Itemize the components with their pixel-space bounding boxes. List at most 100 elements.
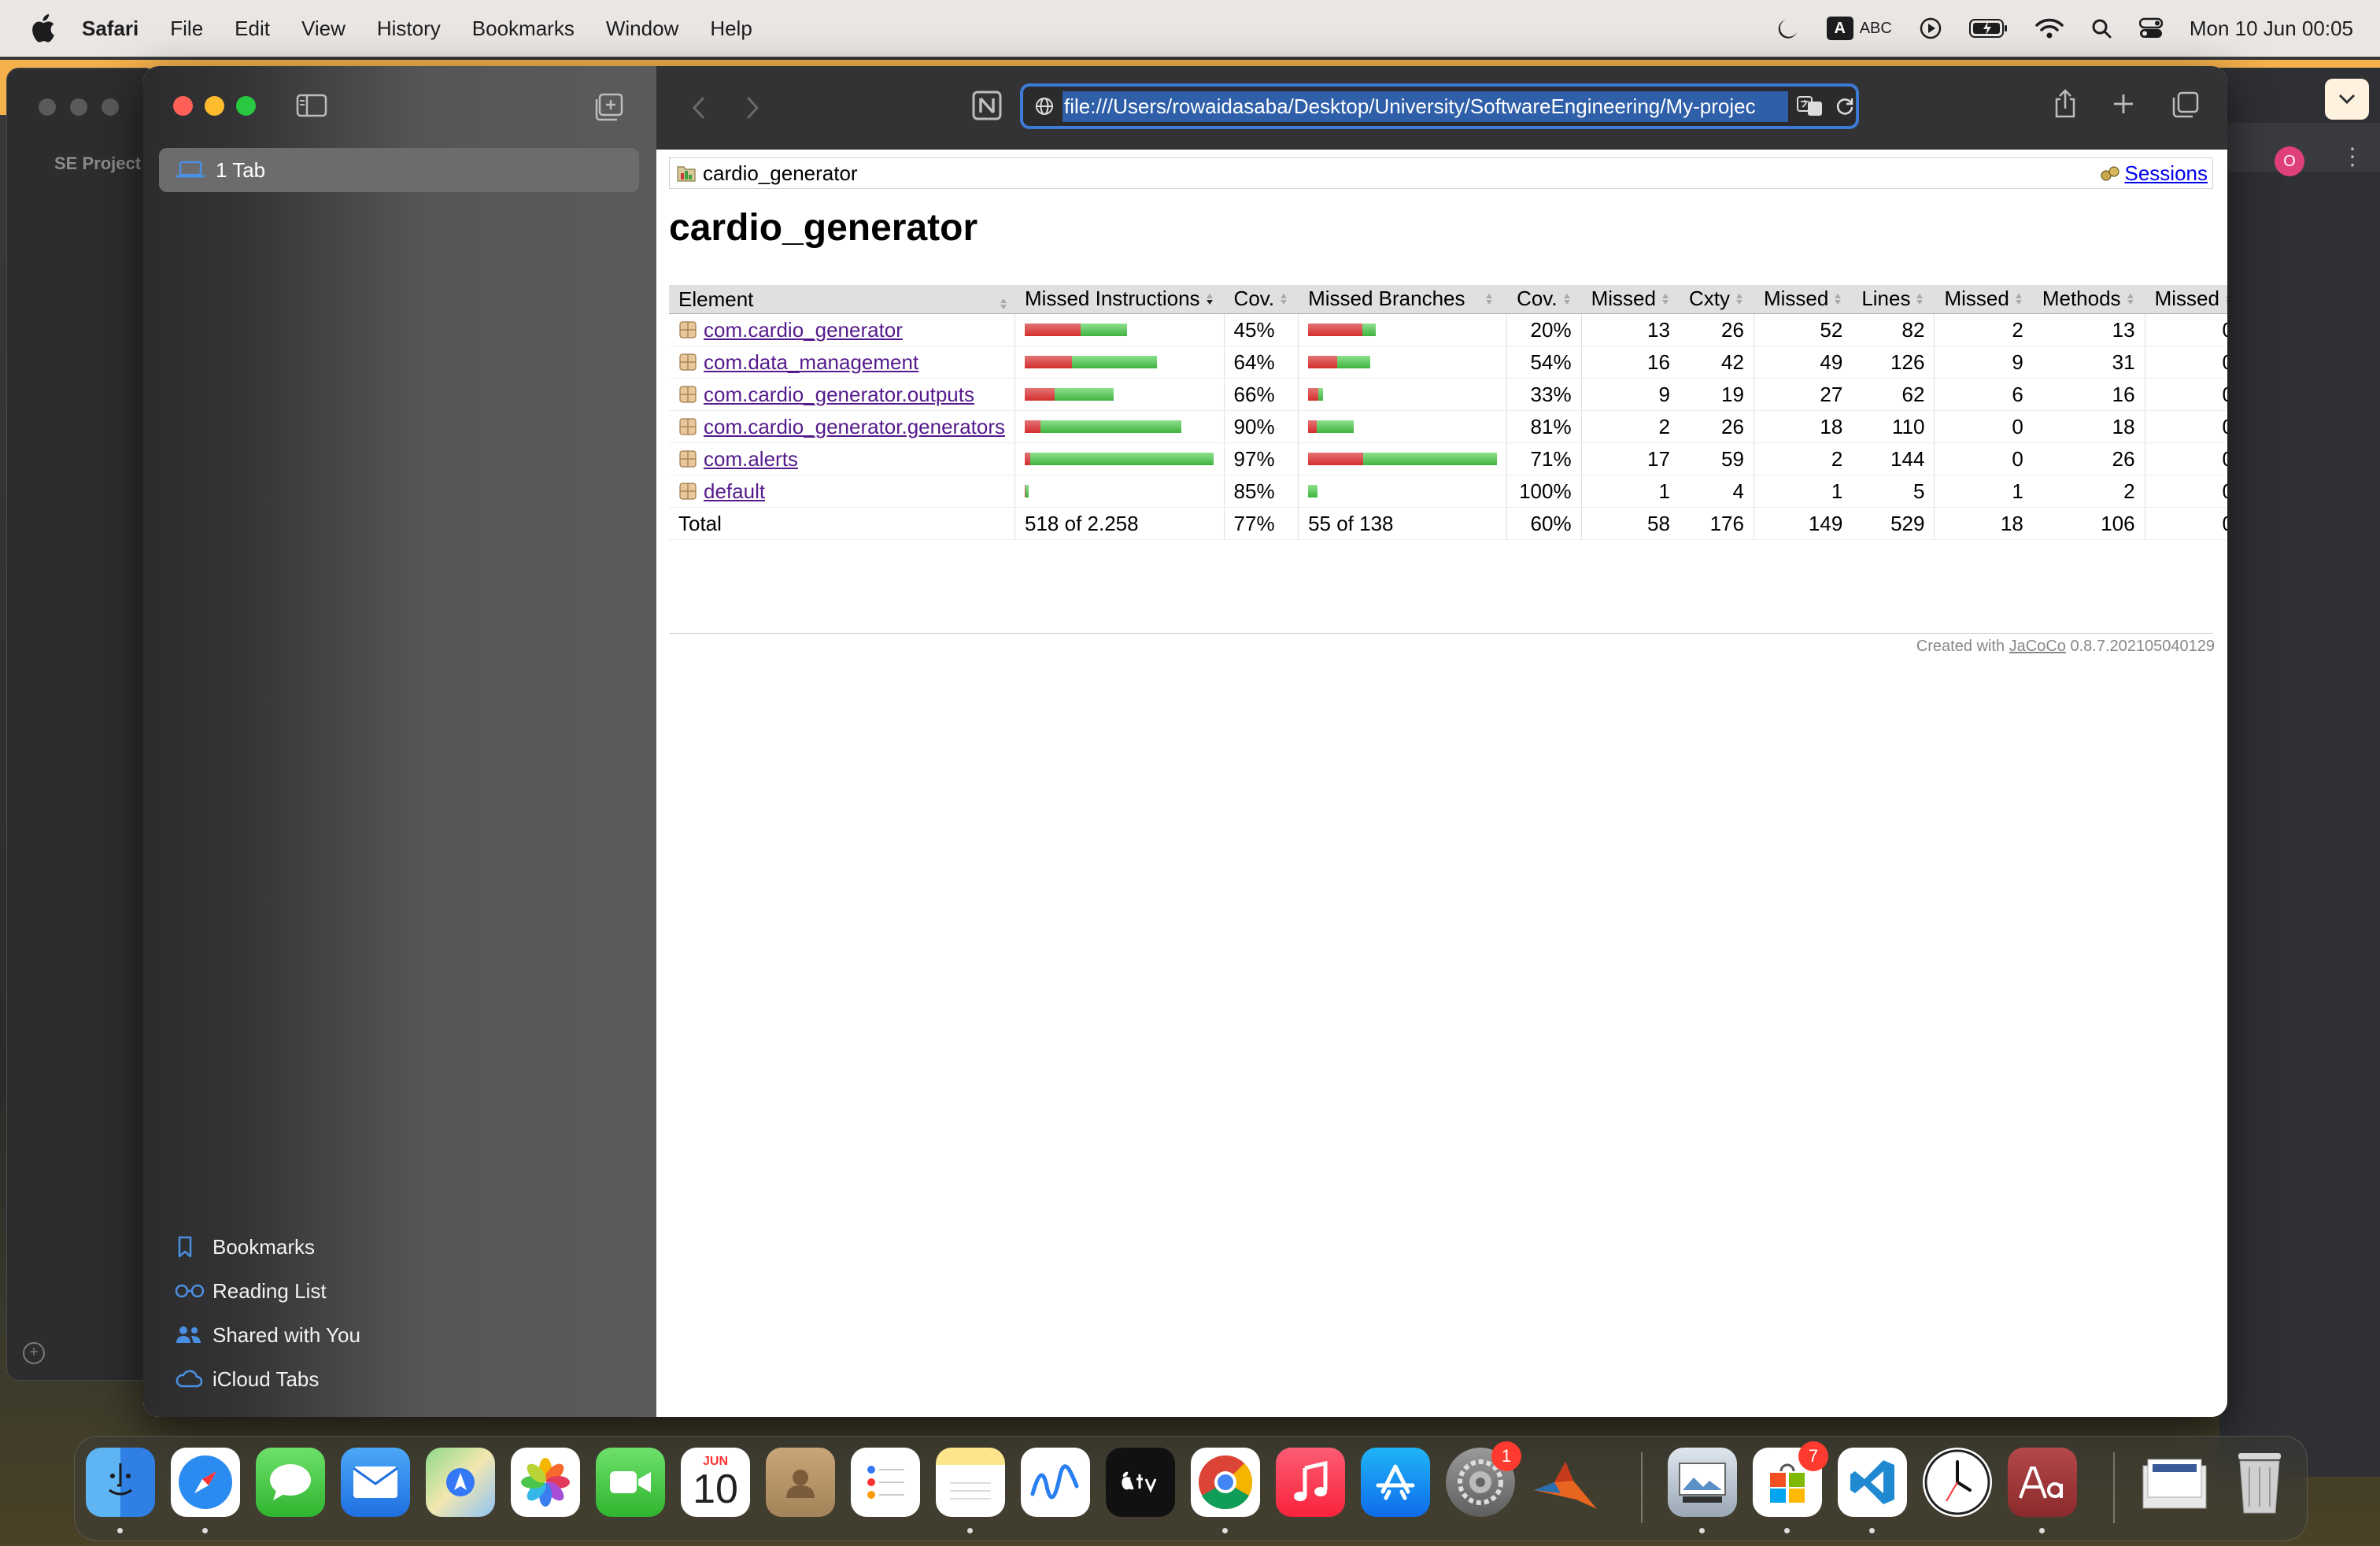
column-header-missed-complexity[interactable]: Missed [1580, 285, 1680, 314]
column-header-complexity[interactable]: Cxty [1679, 285, 1754, 314]
dock-safari-icon[interactable] [171, 1448, 240, 1517]
dock-maps-icon[interactable] [426, 1448, 495, 1517]
dock-trash-icon[interactable] [2225, 1448, 2294, 1517]
total-missed-lines: 149 [1753, 507, 1853, 540]
missed-lines-cell: 52 [1753, 313, 1853, 346]
dock-system-settings-icon[interactable]: 1 [1446, 1441, 1521, 1517]
url-text[interactable]: file:///Users/rowaidasaba/Desktop/Univer… [1062, 91, 1788, 122]
menu-history[interactable]: History [377, 17, 441, 41]
background-window-tab[interactable]: SE Project [54, 153, 141, 174]
dock-preview-icon[interactable] [1668, 1448, 1737, 1517]
dock-clock-icon[interactable] [1923, 1448, 1992, 1517]
new-tab-icon[interactable] [2111, 88, 2136, 124]
close-window-button[interactable] [173, 96, 193, 116]
menu-help[interactable]: Help [710, 17, 752, 41]
dock-tv-icon[interactable] [1106, 1448, 1175, 1517]
dock-reminders-icon[interactable] [851, 1448, 920, 1517]
dock-app-store-icon[interactable] [1361, 1448, 1430, 1517]
background-window[interactable]: SE Project + [6, 68, 157, 1381]
menu-view[interactable]: View [301, 17, 346, 41]
now-playing-icon[interactable] [1919, 17, 1942, 40]
battery-icon[interactable] [1968, 18, 2009, 39]
column-header-methods[interactable]: Methods [2032, 285, 2145, 314]
missed-branches-bar [1308, 453, 1498, 465]
minimize-window-button[interactable] [205, 96, 224, 116]
menu-file[interactable]: File [170, 17, 203, 41]
more-options-icon[interactable]: ⋮ [2341, 143, 2364, 171]
dock-finder-icon[interactable] [86, 1448, 155, 1517]
reload-icon[interactable] [1834, 95, 1856, 117]
sidebar-toggle-icon[interactable] [296, 93, 327, 122]
sort-descending-icon [1205, 287, 1214, 312]
menu-edit[interactable]: Edit [235, 17, 270, 41]
address-bar[interactable]: file:///Users/rowaidasaba/Desktop/Univer… [1020, 83, 1859, 129]
dock-notes-icon[interactable] [936, 1448, 1005, 1517]
background-window-close-button[interactable] [39, 98, 56, 116]
column-header-missed-lines[interactable]: Missed [1753, 285, 1853, 314]
menu-bookmarks[interactable]: Bookmarks [472, 17, 575, 41]
spotlight-search-icon[interactable] [2090, 17, 2112, 39]
dock-running-indicator [1784, 1528, 1790, 1533]
package-link[interactable]: default [704, 479, 765, 504]
input-source-menu[interactable]: A ABC [1826, 17, 1892, 40]
notion-extension-icon[interactable] [971, 90, 1003, 121]
add-icon[interactable]: + [23, 1342, 45, 1364]
sidebar-item-shared-with-you[interactable]: Shared with You [175, 1313, 360, 1357]
forward-button[interactable] [745, 96, 760, 124]
moon-icon[interactable] [1776, 17, 1800, 40]
menu-bar-clock[interactable]: Mon 10 Jun 00:05 [2190, 17, 2353, 41]
zoom-window-button[interactable] [236, 96, 256, 116]
tab-overview-icon[interactable] [2171, 88, 2201, 124]
sidebar-item-bookmarks[interactable]: Bookmarks [175, 1225, 360, 1269]
column-header-missed-methods[interactable]: Missed [1934, 285, 2033, 314]
column-header-lines[interactable]: Lines [1852, 285, 1935, 314]
dock-freeform-icon[interactable] [1021, 1448, 1090, 1517]
back-button[interactable] [691, 96, 707, 124]
globe-icon [1034, 96, 1055, 117]
package-link[interactable]: com.cardio_generator.generators [704, 415, 1005, 439]
sidebar-item-icloud-tabs[interactable]: iCloud Tabs [175, 1357, 360, 1401]
dock-photos-icon[interactable] [511, 1448, 580, 1517]
jacoco-link[interactable]: JaCoCo [2009, 638, 2066, 655]
dock-matlab-icon[interactable] [1531, 1448, 1600, 1517]
menu-window[interactable]: Window [606, 17, 678, 41]
dock-calendar-icon[interactable]: JUN 10 [681, 1448, 750, 1517]
menu-safari[interactable]: Safari [82, 17, 139, 41]
dock-mail-icon[interactable] [341, 1448, 410, 1517]
profile-avatar[interactable]: O [2275, 146, 2304, 176]
package-link[interactable]: com.cardio_generator.outputs [704, 383, 974, 407]
background-window-zoom-button[interactable] [102, 98, 119, 116]
column-header-missed-branches[interactable]: Missed Branches [1298, 285, 1507, 314]
package-link[interactable]: com.alerts [704, 447, 798, 472]
element-cell: com.cardio_generator.outputs [669, 378, 1015, 411]
sidebar-item-reading-list[interactable]: Reading List [175, 1269, 360, 1313]
dock-facetime-icon[interactable] [596, 1448, 665, 1517]
share-icon[interactable] [2053, 88, 2078, 124]
dock-microsoft-store-icon[interactable]: 7 [1753, 1441, 1828, 1517]
control-center-icon[interactable] [2138, 17, 2163, 39]
new-tab-group-icon[interactable] [593, 93, 625, 125]
wifi-icon[interactable] [2035, 17, 2064, 39]
apple-menu-icon[interactable] [30, 14, 61, 43]
background-window-minimize-button[interactable] [70, 98, 87, 116]
dock-contacts-icon[interactable] [766, 1448, 835, 1517]
column-header-instruction-coverage[interactable]: Cov. [1223, 285, 1299, 314]
package-link[interactable]: com.cardio_generator [704, 318, 903, 342]
column-header-missed-classes[interactable]: Missed [2144, 285, 2227, 314]
covered-portion [1040, 420, 1182, 433]
dock-messages-icon[interactable] [256, 1448, 325, 1517]
translate-icon[interactable] [1796, 94, 1824, 118]
dock-dictionary-icon[interactable] [2008, 1448, 2077, 1517]
dock-downloads-stack-icon[interactable] [2140, 1448, 2209, 1517]
package-link[interactable]: com.data_management [704, 350, 918, 375]
column-header-element[interactable]: Element [669, 285, 1015, 314]
sessions-link-wrap[interactable]: Sessions [2098, 161, 2208, 186]
sidebar-tab-group-item[interactable]: 1 Tab [159, 148, 639, 192]
column-header-missed-instructions[interactable]: Missed Instructions [1014, 285, 1225, 314]
dock-music-icon[interactable] [1276, 1448, 1345, 1517]
chevron-down-icon[interactable] [2325, 79, 2369, 120]
sessions-link[interactable]: Sessions [2125, 161, 2208, 186]
dock-vscode-icon[interactable] [1838, 1448, 1907, 1517]
dock-chrome-icon[interactable] [1191, 1448, 1260, 1517]
column-header-branch-coverage[interactable]: Cov. [1506, 285, 1582, 314]
